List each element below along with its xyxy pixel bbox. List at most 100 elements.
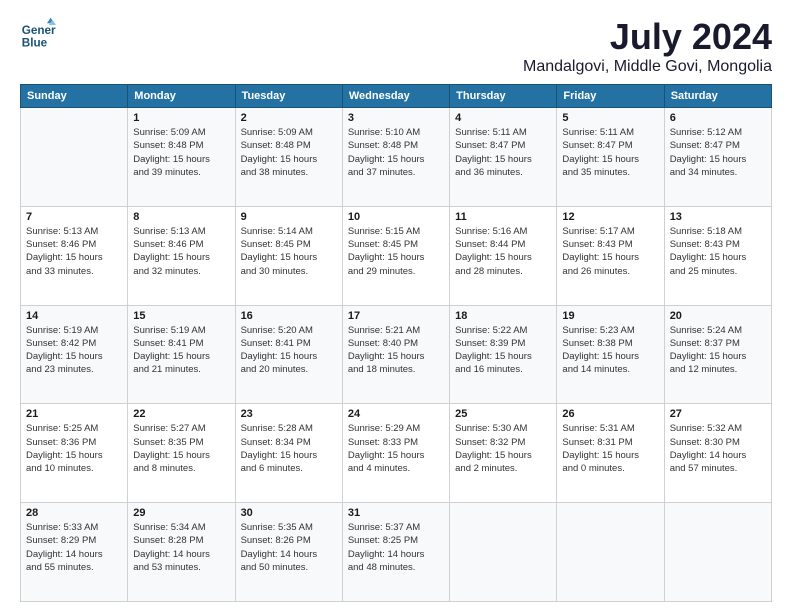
- day-info: Sunrise: 5:27 AMSunset: 8:35 PMDaylight:…: [133, 422, 229, 475]
- calendar-cell: 20 Sunrise: 5:24 AMSunset: 8:37 PMDayligh…: [664, 305, 771, 404]
- calendar: Sunday Monday Tuesday Wednesday Thursday…: [20, 84, 772, 602]
- calendar-cell: 13Sunrise: 5:18 AMSunset: 8:43 PMDayligh…: [664, 206, 771, 305]
- day-info: Sunrise: 5:10 AMSunset: 8:48 PMDaylight:…: [348, 126, 444, 179]
- day-info: Sunrise: 5:37 AMSunset: 8:25 PMDaylight:…: [348, 521, 444, 574]
- week-row-4: 21Sunrise: 5:25 AMSunset: 8:36 PMDayligh…: [21, 404, 772, 503]
- day-number: 31: [348, 507, 444, 519]
- svg-text:Blue: Blue: [22, 37, 48, 50]
- calendar-cell: 31 Sunrise: 5:37 AMSunset: 8:25 PMDayligh…: [342, 503, 449, 602]
- day-info: Sunrise: 5:32 AMSunset: 8:30 PMDaylight:…: [670, 422, 766, 475]
- day-number: 20: [670, 310, 766, 322]
- header: General Blue July 2024 Mandalgovi, Middl…: [20, 16, 772, 76]
- logo: General Blue: [20, 16, 56, 52]
- calendar-cell: 30 Sunrise: 5:35 AMSunset: 8:26 PMDayligh…: [235, 503, 342, 602]
- day-number: 22: [133, 408, 229, 420]
- day-number: 1: [133, 112, 229, 124]
- header-monday: Monday: [128, 85, 235, 108]
- day-number: 9: [241, 211, 337, 223]
- calendar-cell: 8 Sunrise: 5:13 AMSunset: 8:46 PMDaylight…: [128, 206, 235, 305]
- day-number: 29: [133, 507, 229, 519]
- day-info: Sunrise: 5:12 AMSunset: 8:47 PMDaylight:…: [670, 126, 766, 179]
- day-info: Sunrise: 5:19 AMSunset: 8:41 PMDaylight:…: [133, 324, 229, 377]
- calendar-cell: 6 Sunrise: 5:12 AMSunset: 8:47 PMDaylight…: [664, 108, 771, 207]
- header-tuesday: Tuesday: [235, 85, 342, 108]
- day-number: 3: [348, 112, 444, 124]
- day-info: Sunrise: 5:23 AMSunset: 8:38 PMDaylight:…: [562, 324, 658, 377]
- calendar-cell: 10 Sunrise: 5:15 AMSunset: 8:45 PMDayligh…: [342, 206, 449, 305]
- day-info: Sunrise: 5:30 AMSunset: 8:32 PMDaylight:…: [455, 422, 551, 475]
- calendar-cell: 21Sunrise: 5:25 AMSunset: 8:36 PMDayligh…: [21, 404, 128, 503]
- header-friday: Friday: [557, 85, 664, 108]
- calendar-cell: 28 Sunrise: 5:33 AMSunset: 8:29 PMDayligh…: [21, 503, 128, 602]
- calendar-cell: 16 Sunrise: 5:20 AMSunset: 8:41 PMDayligh…: [235, 305, 342, 404]
- week-row-5: 28 Sunrise: 5:33 AMSunset: 8:29 PMDayligh…: [21, 503, 772, 602]
- day-info: Sunrise: 5:22 AMSunset: 8:39 PMDaylight:…: [455, 324, 551, 377]
- day-number: 26: [562, 408, 658, 420]
- calendar-cell: 11 Sunrise: 5:16 AMSunset: 8:44 PMDayligh…: [450, 206, 557, 305]
- calendar-cell: 5Sunrise: 5:11 AMSunset: 8:47 PMDaylight…: [557, 108, 664, 207]
- day-number: 18: [455, 310, 551, 322]
- day-number: 5: [562, 112, 658, 124]
- day-info: Sunrise: 5:31 AMSunset: 8:31 PMDaylight:…: [562, 422, 658, 475]
- day-info: Sunrise: 5:35 AMSunset: 8:26 PMDaylight:…: [241, 521, 337, 574]
- day-info: Sunrise: 5:13 AMSunset: 8:46 PMDaylight:…: [133, 225, 229, 278]
- calendar-cell: 19 Sunrise: 5:23 AMSunset: 8:38 PMDayligh…: [557, 305, 664, 404]
- day-number: 15: [133, 310, 229, 322]
- calendar-cell: 27 Sunrise: 5:32 AMSunset: 8:30 PMDayligh…: [664, 404, 771, 503]
- day-info: Sunrise: 5:09 AMSunset: 8:48 PMDaylight:…: [133, 126, 229, 179]
- day-number: 23: [241, 408, 337, 420]
- day-number: 8: [133, 211, 229, 223]
- day-number: 28: [26, 507, 122, 519]
- day-info: Sunrise: 5:09 AMSunset: 8:48 PMDaylight:…: [241, 126, 337, 179]
- day-info: Sunrise: 5:24 AMSunset: 8:37 PMDaylight:…: [670, 324, 766, 377]
- day-info: Sunrise: 5:29 AMSunset: 8:33 PMDaylight:…: [348, 422, 444, 475]
- weekday-header-row: Sunday Monday Tuesday Wednesday Thursday…: [21, 85, 772, 108]
- calendar-cell: 14 Sunrise: 5:19 AMSunset: 8:42 PMDayligh…: [21, 305, 128, 404]
- page: General Blue July 2024 Mandalgovi, Middl…: [0, 0, 792, 612]
- day-number: 16: [241, 310, 337, 322]
- day-number: 4: [455, 112, 551, 124]
- day-number: 21: [26, 408, 122, 420]
- calendar-cell: 9 Sunrise: 5:14 AMSunset: 8:45 PMDaylight…: [235, 206, 342, 305]
- calendar-cell: 17Sunrise: 5:21 AMSunset: 8:40 PMDayligh…: [342, 305, 449, 404]
- day-info: Sunrise: 5:19 AMSunset: 8:42 PMDaylight:…: [26, 324, 122, 377]
- header-saturday: Saturday: [664, 85, 771, 108]
- week-row-1: 1 Sunrise: 5:09 AMSunset: 8:48 PMDaylight…: [21, 108, 772, 207]
- day-info: Sunrise: 5:20 AMSunset: 8:41 PMDaylight:…: [241, 324, 337, 377]
- day-info: Sunrise: 5:13 AMSunset: 8:46 PMDaylight:…: [26, 225, 122, 278]
- calendar-cell: 2 Sunrise: 5:09 AMSunset: 8:48 PMDaylight…: [235, 108, 342, 207]
- day-info: Sunrise: 5:34 AMSunset: 8:28 PMDaylight:…: [133, 521, 229, 574]
- header-thursday: Thursday: [450, 85, 557, 108]
- page-title: July 2024: [523, 16, 772, 58]
- calendar-cell: 23Sunrise: 5:28 AMSunset: 8:34 PMDayligh…: [235, 404, 342, 503]
- day-number: 2: [241, 112, 337, 124]
- calendar-cell: 24 Sunrise: 5:29 AMSunset: 8:33 PMDayligh…: [342, 404, 449, 503]
- day-number: 27: [670, 408, 766, 420]
- day-number: 25: [455, 408, 551, 420]
- calendar-cell: 7 Sunrise: 5:13 AMSunset: 8:46 PMDaylight…: [21, 206, 128, 305]
- day-info: Sunrise: 5:33 AMSunset: 8:29 PMDaylight:…: [26, 521, 122, 574]
- calendar-cell: 12Sunrise: 5:17 AMSunset: 8:43 PMDayligh…: [557, 206, 664, 305]
- day-number: 14: [26, 310, 122, 322]
- calendar-cell: 25 Sunrise: 5:30 AMSunset: 8:32 PMDayligh…: [450, 404, 557, 503]
- day-number: 10: [348, 211, 444, 223]
- day-number: 7: [26, 211, 122, 223]
- calendar-cell: [450, 503, 557, 602]
- day-info: Sunrise: 5:14 AMSunset: 8:45 PMDaylight:…: [241, 225, 337, 278]
- day-number: 30: [241, 507, 337, 519]
- calendar-cell: 3 Sunrise: 5:10 AMSunset: 8:48 PMDaylight…: [342, 108, 449, 207]
- day-info: Sunrise: 5:16 AMSunset: 8:44 PMDaylight:…: [455, 225, 551, 278]
- day-info: Sunrise: 5:15 AMSunset: 8:45 PMDaylight:…: [348, 225, 444, 278]
- calendar-cell: 1 Sunrise: 5:09 AMSunset: 8:48 PMDaylight…: [128, 108, 235, 207]
- calendar-cell: 4 Sunrise: 5:11 AMSunset: 8:47 PMDaylight…: [450, 108, 557, 207]
- day-number: 6: [670, 112, 766, 124]
- header-wednesday: Wednesday: [342, 85, 449, 108]
- day-number: 24: [348, 408, 444, 420]
- header-sunday: Sunday: [21, 85, 128, 108]
- week-row-2: 7 Sunrise: 5:13 AMSunset: 8:46 PMDaylight…: [21, 206, 772, 305]
- day-info: Sunrise: 5:18 AMSunset: 8:43 PMDaylight:…: [670, 225, 766, 278]
- day-number: 11: [455, 211, 551, 223]
- calendar-cell: [557, 503, 664, 602]
- day-info: Sunrise: 5:11 AMSunset: 8:47 PMDaylight:…: [455, 126, 551, 179]
- day-number: 19: [562, 310, 658, 322]
